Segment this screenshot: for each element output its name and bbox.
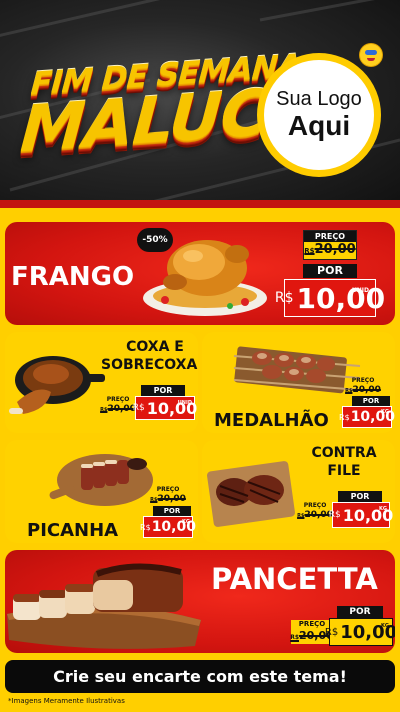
old-price-box: PREÇO R$20,00 (100, 396, 136, 418)
unit-label: KG (381, 409, 389, 415)
top-stripe (0, 200, 400, 208)
footnote: *Imagens Meramente Ilustrativas (0, 693, 400, 712)
old-price: 20,00 (157, 494, 186, 504)
price-value: 10,00 (296, 281, 386, 315)
product-card-picanha[interactable]: PREÇO R$20,00 POR R$ 10,00 KG PICANHA (5, 440, 198, 543)
old-price-box: PREÇO R$20,00 (303, 230, 357, 260)
product-card-coxa[interactable]: COXA E SOBRECOXA PREÇO R$20,00 POR R$ 10,… (5, 332, 198, 433)
preco-label: PREÇO (106, 396, 130, 403)
old-price: 20,00 (107, 404, 136, 414)
product-name: FRANGO (11, 262, 135, 292)
discount-badge: -50% (137, 228, 173, 252)
preco-label: PREÇO (303, 502, 327, 509)
product-name-line1: COXA E (126, 339, 184, 355)
product-name-line2: SOBRECOXA (101, 357, 198, 373)
logo-text-line1: Sua Logo (276, 88, 362, 110)
contra-file-board-image (207, 461, 295, 527)
product-card-frango[interactable]: FRANGO -50% PREÇO R$20,00 POR R$ 10,00 UN… (5, 222, 395, 325)
chicken-leg-pan-image (9, 356, 105, 414)
currency: R$ (328, 510, 341, 520)
logo-placeholder[interactable]: Sua Logo Aqui (257, 53, 381, 177)
old-price: 20,00 (314, 242, 356, 257)
logo-text-line2: Aqui (287, 110, 351, 141)
unit-label: UNID (351, 287, 369, 294)
preco-label: PREÇO (304, 231, 356, 242)
product-card-pancetta[interactable]: PANCETTA PREÇO R$20,00 POR R$ 10,00 KG (5, 550, 395, 653)
skewers-image (233, 346, 361, 394)
old-price: 20,00 (352, 385, 381, 395)
por-label: POR (303, 264, 357, 278)
cta-banner[interactable]: Crie seu encarte com este tema! (5, 660, 395, 693)
unit-label: KG (182, 519, 190, 525)
por-label: POR (338, 491, 382, 502)
product-name: MEDALHÃO (214, 410, 329, 431)
flyer-page: FIM DE SEMANA FIM DE SEMANA MALUCO MALUC… (0, 0, 400, 712)
currency: R$ (140, 522, 151, 532)
unit-label: KG (379, 506, 387, 512)
product-name-line1: CONTRA (311, 445, 377, 461)
product-name-line2: FILE (327, 463, 361, 479)
product-card-contra-file[interactable]: CONTRA FILE PREÇO R$20,00 POR R$ 10,00 KG (202, 440, 395, 543)
unit-label: UNID (177, 400, 192, 406)
old-price-box: PREÇO R$20,00 (345, 377, 381, 397)
preco-label: PREÇO (156, 486, 180, 493)
crazy-face-emoji-icon (360, 44, 382, 66)
new-price: R$ 10,00 KG (328, 502, 393, 528)
old-price-box: PREÇO R$20,00 (150, 486, 186, 506)
pancetta-board-image (7, 563, 201, 649)
currency: R$ (132, 403, 145, 413)
old-currency: R$ (304, 247, 315, 255)
old-price-box: PREÇO R$20,00 (297, 502, 333, 524)
picanha-board-image (49, 454, 153, 506)
por-label: POR (352, 396, 390, 406)
product-name: PANCETTA (211, 562, 378, 596)
unit-label: KG (381, 623, 389, 629)
new-price: R$ 10,00 KG (339, 406, 395, 428)
product-card-medalhao[interactable]: PREÇO R$20,00 POR R$ 10,00 KG MEDALHÃO (202, 332, 395, 433)
product-name: PICANHA (27, 520, 119, 541)
por-label: POR (337, 606, 383, 618)
currency: R$ (274, 290, 294, 306)
por-label: POR (141, 385, 185, 396)
currency: R$ (324, 626, 339, 638)
new-price: R$ 10,00 UNID (275, 279, 385, 317)
por-label: POR (153, 506, 191, 516)
new-price: R$ 10,00 KG (140, 516, 196, 538)
header: FIM DE SEMANA FIM DE SEMANA MALUCO MALUC… (0, 0, 400, 205)
currency: R$ (339, 412, 350, 422)
old-currency: R$ (290, 634, 299, 641)
new-price: R$ 10,00 UNID (132, 396, 197, 420)
preco-label: PREÇO (351, 377, 375, 384)
new-price: R$ 10,00 KG (325, 618, 395, 646)
